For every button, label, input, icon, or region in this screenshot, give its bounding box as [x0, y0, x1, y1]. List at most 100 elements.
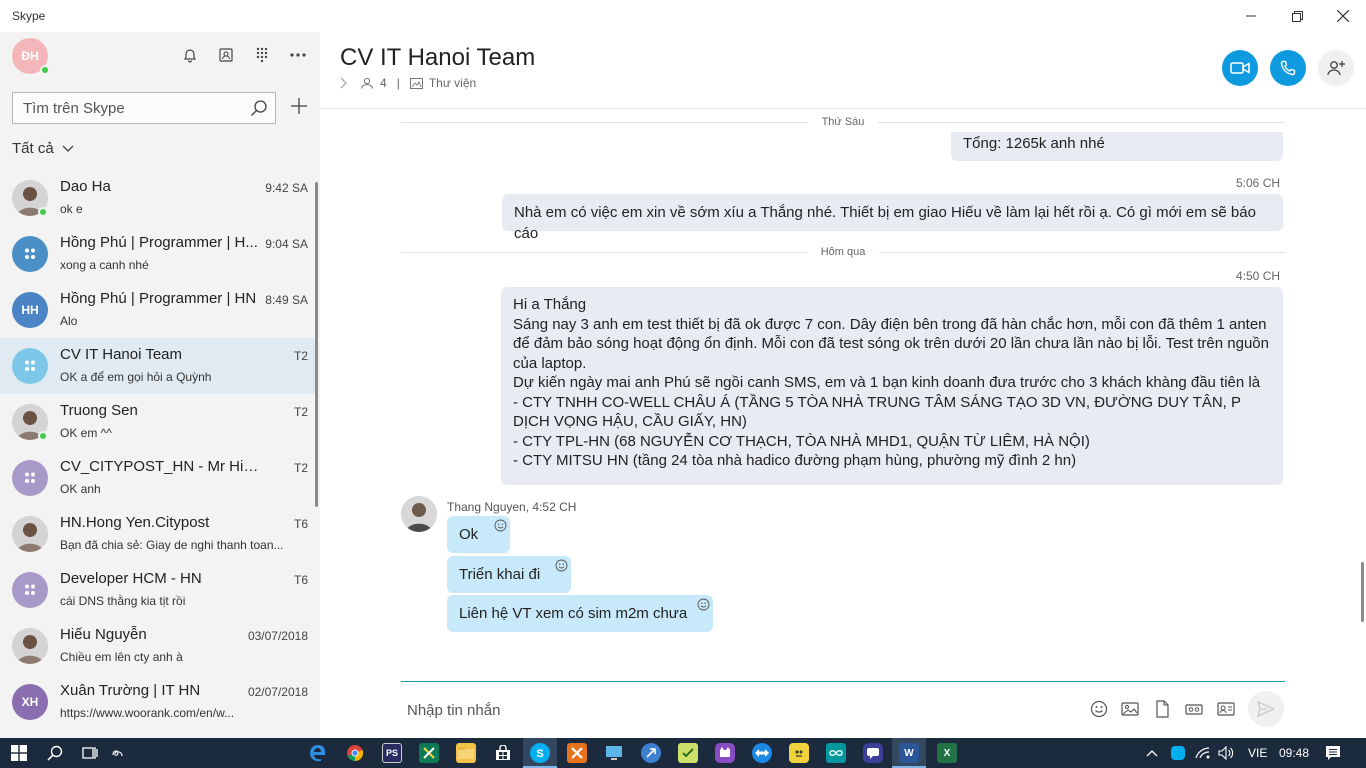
group-icon: [25, 248, 35, 259]
my-avatar[interactable]: ĐH: [12, 38, 50, 75]
action-center-button[interactable]: [1325, 738, 1341, 768]
chat-scrollbar[interactable]: [1361, 562, 1364, 622]
notes-app-icon[interactable]: [678, 743, 698, 763]
wifi-tray-icon[interactable]: [1195, 738, 1211, 768]
task-view-button[interactable]: [80, 743, 100, 763]
excel-icon[interactable]: X: [937, 743, 957, 763]
message-time: T2: [293, 405, 308, 419]
chat-app-icon[interactable]: [715, 743, 735, 763]
participant-count[interactable]: 4: [380, 76, 387, 90]
emoji-button[interactable]: [1088, 698, 1110, 720]
teamviewer-icon[interactable]: [752, 743, 772, 763]
gallery-link[interactable]: Thư viện: [429, 76, 476, 90]
more-options-button[interactable]: [287, 44, 309, 66]
conversation-item[interactable]: Developer HCM - HN cái DNS thằng kia tịt …: [0, 562, 316, 618]
new-chat-button[interactable]: [288, 96, 310, 118]
group-avatar[interactable]: [12, 572, 48, 608]
message-time: T2: [293, 461, 308, 475]
audio-call-button[interactable]: [1270, 50, 1306, 86]
ime-indicator[interactable]: [108, 743, 128, 763]
file-explorer-icon[interactable]: [456, 743, 476, 763]
conversation-item[interactable]: Dao Ha ok e 9:42 SA: [0, 170, 316, 226]
conversation-item[interactable]: HN.Hong Yen.Citypost Bạn đã chia sẻ: Giay…: [0, 506, 316, 562]
conversation-item[interactable]: CV_CITYPOST_HN - Mr Hiếu OK anh T2: [0, 450, 316, 506]
network-app-icon[interactable]: [641, 743, 661, 763]
chevron-right-icon[interactable]: [340, 77, 348, 89]
conversation-item[interactable]: CV IT Hanoi Team OK a để em gọi hỏi a Quỳ…: [0, 338, 316, 394]
remote-desktop-icon[interactable]: [604, 743, 624, 763]
add-participant-button[interactable]: [1318, 50, 1354, 86]
video-call-button[interactable]: [1222, 50, 1258, 86]
dialpad-button[interactable]: [251, 44, 273, 66]
send-contact-button[interactable]: [1215, 698, 1237, 720]
emoji-app-icon[interactable]: [789, 743, 809, 763]
search-taskbar-button[interactable]: [45, 743, 65, 763]
group-avatar[interactable]: [12, 460, 48, 496]
reaction-smiley-icon[interactable]: [697, 598, 710, 611]
conversation-item[interactable]: Truong Sen OK em ^^ T2: [0, 394, 316, 450]
send-file-button[interactable]: [1151, 698, 1173, 720]
reaction-smiley-icon[interactable]: [555, 559, 568, 572]
phpstorm-icon[interactable]: PS: [382, 743, 402, 763]
contact-avatar[interactable]: HH: [12, 292, 48, 328]
reply-text: Liên hệ VT xem có sim m2m chưa: [459, 605, 688, 622]
reply-bubble[interactable]: Triển khai đi: [447, 556, 571, 593]
chrome-browser-icon[interactable]: [345, 743, 365, 763]
arduino-icon[interactable]: [826, 743, 846, 763]
contact-avatar[interactable]: XH: [12, 684, 48, 720]
volume-tray-icon[interactable]: [1218, 738, 1234, 768]
skype-taskbar-icon[interactable]: S: [530, 743, 550, 763]
message-bubble[interactable]: Tổng: 1265k anh nhé: [951, 132, 1283, 161]
message-composer[interactable]: [401, 692, 1081, 728]
reply-text: Triển khai đi: [459, 566, 541, 583]
last-message: https://www.woorank.com/en/w...: [60, 706, 235, 720]
online-status-dot: [38, 431, 48, 441]
reply-bubble[interactable]: Liên hệ VT xem có sim m2m chưa: [447, 595, 713, 632]
xampp-icon[interactable]: [567, 743, 587, 763]
video-message-icon: [1185, 704, 1203, 715]
search-icon[interactable]: [249, 98, 269, 118]
sidebar-scrollbar[interactable]: [315, 182, 318, 507]
restore-button[interactable]: [1274, 0, 1320, 32]
monitor-icon: [606, 746, 622, 760]
participants-icon[interactable]: [360, 77, 374, 89]
report-message-bubble[interactable]: Hi a Thắng Sáng nay 3 anh em test thiết …: [501, 287, 1283, 485]
close-button[interactable]: [1320, 0, 1366, 32]
message-time: 03/07/2018: [247, 629, 308, 643]
contact-avatar[interactable]: [12, 628, 48, 664]
send-button[interactable]: [1248, 691, 1284, 727]
notifications-button[interactable]: [179, 44, 201, 66]
conversation-item[interactable]: Hiếu Nguyễn Chiều em lên cty anh à 03/07/2…: [0, 618, 316, 674]
messenger-app-icon[interactable]: [863, 743, 883, 763]
start-button[interactable]: [9, 743, 29, 763]
show-hidden-icons-button[interactable]: [1146, 738, 1158, 768]
conversation-filter[interactable]: Tất cả: [12, 140, 74, 157]
send-image-button[interactable]: [1119, 698, 1141, 720]
store-app-icon[interactable]: [493, 743, 513, 763]
message-input[interactable]: [401, 692, 1081, 728]
windows-logo-icon: [11, 745, 27, 761]
group-avatar[interactable]: [12, 236, 48, 272]
word-icon[interactable]: W: [899, 743, 919, 763]
minimize-button[interactable]: [1228, 0, 1274, 32]
message-bubble[interactable]: Nhà em có việc em xin về sớm xíu a Thắng…: [502, 194, 1283, 242]
conversation-item[interactable]: Hồng Phú | Programmer | H... xong a canh …: [0, 226, 316, 282]
system-clock[interactable]: 09:48: [1279, 738, 1309, 768]
reply-bubble[interactable]: Ok: [447, 516, 510, 553]
reaction-smiley-icon[interactable]: [494, 519, 507, 532]
skype-tray-icon[interactable]: [1170, 738, 1186, 768]
conversation-item[interactable]: HH Hồng Phú | Programmer | HN Alo 8:49 SA: [0, 282, 316, 338]
gallery-icon[interactable]: [409, 77, 423, 89]
chrome-icon: [347, 745, 364, 762]
contact-avatar[interactable]: [12, 516, 48, 552]
edge-browser-icon[interactable]: [308, 743, 328, 763]
tools-app-icon[interactable]: [419, 743, 439, 763]
sender-avatar[interactable]: [401, 496, 437, 532]
video-message-button[interactable]: [1183, 698, 1205, 720]
input-language[interactable]: VIE: [1248, 738, 1267, 768]
conversation-item[interactable]: XH Xuân Trường | IT HN https://www.woorank…: [0, 674, 316, 730]
search-box[interactable]: [12, 92, 276, 124]
group-avatar[interactable]: [12, 348, 48, 384]
search-input[interactable]: [23, 99, 243, 117]
contacts-button[interactable]: [215, 44, 237, 66]
